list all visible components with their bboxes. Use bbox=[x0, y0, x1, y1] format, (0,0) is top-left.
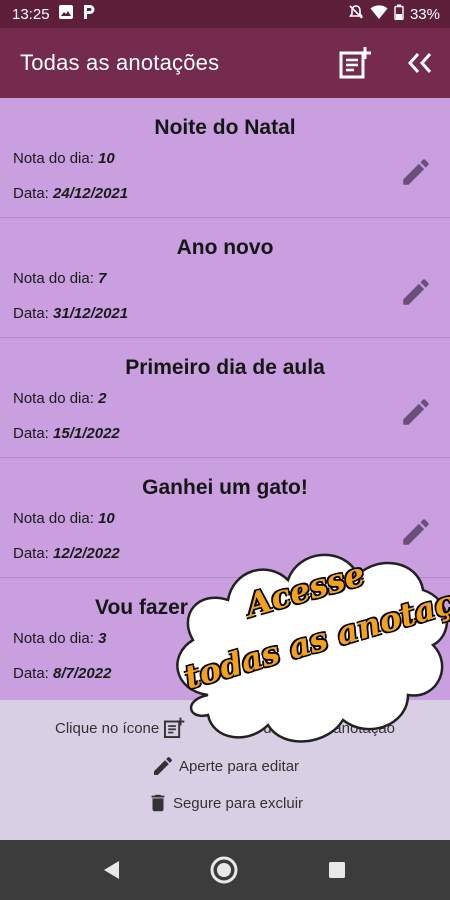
note-date-label: Data: bbox=[13, 305, 49, 322]
note-date-label: Data: bbox=[13, 545, 49, 562]
note-date: 8/7/2022 bbox=[53, 665, 112, 682]
help-add-line: Clique no ícone uma nova anotação bbox=[0, 717, 450, 739]
parking-p-icon bbox=[82, 4, 96, 24]
note-grade: 10 bbox=[98, 510, 115, 527]
note-grade-line: Nota do dia: 7 bbox=[13, 270, 106, 287]
note-date: 15/1/2022 bbox=[53, 425, 120, 442]
note-grade: 3 bbox=[98, 630, 107, 647]
pencil-icon bbox=[403, 159, 429, 185]
list-item[interactable]: Ganhei um gato! Nota do dia: 10 Data: 12… bbox=[0, 458, 450, 578]
note-grade: 7 bbox=[98, 270, 107, 287]
back-button[interactable] bbox=[97, 855, 127, 885]
note-title: Vou fazer bbox=[95, 596, 188, 619]
help-panel: Clique no ícone uma nova anotação Aperte… bbox=[0, 700, 450, 840]
home-button[interactable] bbox=[209, 855, 239, 885]
wifi-icon bbox=[370, 4, 388, 24]
note-grade-line: Nota do dia: 3 bbox=[13, 630, 106, 647]
list-item[interactable]: Primeiro dia de aula Nota do dia: 2 Data… bbox=[0, 338, 450, 458]
note-date: 12/2/2022 bbox=[53, 545, 120, 562]
edit-button[interactable] bbox=[398, 154, 434, 190]
note-grade-label: Nota do dia: bbox=[13, 630, 94, 647]
back-triangle-icon bbox=[104, 861, 119, 879]
bell-off-icon bbox=[348, 4, 364, 24]
note-date-line: Data: 12/2/2022 bbox=[13, 545, 120, 562]
note-grade-line: Nota do dia: 2 bbox=[13, 390, 106, 407]
gallery-icon bbox=[58, 4, 74, 24]
note-grade-line: Nota do dia: 10 bbox=[13, 510, 115, 527]
note-date-line: Data: 31/12/2021 bbox=[13, 305, 128, 322]
note-date-label: Data: bbox=[13, 185, 49, 202]
add-note-icon bbox=[163, 717, 185, 739]
edit-button[interactable] bbox=[398, 274, 434, 310]
note-title: Primeiro dia de aula bbox=[125, 356, 325, 379]
add-note-icon[interactable] bbox=[338, 46, 372, 80]
note-grade-label: Nota do dia: bbox=[13, 510, 94, 527]
help-delete-line: Segure para excluir bbox=[0, 791, 450, 815]
help-edit-line: Aperte para editar bbox=[0, 754, 450, 778]
trash-icon bbox=[147, 791, 169, 815]
pencil-icon bbox=[403, 399, 429, 425]
edit-button[interactable] bbox=[398, 514, 434, 550]
recents-square-icon bbox=[329, 862, 345, 878]
app-bar: Todas as anotações bbox=[0, 28, 450, 98]
list-item[interactable]: Noite do Natal Nota do dia: 10 Data: 24/… bbox=[0, 98, 450, 218]
list-item[interactable]: Ano novo Nota do dia: 7 Data: 31/12/2021 bbox=[0, 218, 450, 338]
help-delete-text: Segure para excluir bbox=[172, 794, 304, 812]
note-title: Ganhei um gato! bbox=[142, 476, 308, 499]
battery-icon bbox=[394, 4, 404, 24]
recents-button[interactable] bbox=[322, 855, 352, 885]
home-circle-icon bbox=[210, 856, 238, 884]
note-grade-label: Nota do dia: bbox=[13, 390, 94, 407]
double-chevron-left-icon[interactable] bbox=[406, 49, 434, 77]
pencil-icon bbox=[151, 754, 175, 778]
navigation-bar bbox=[0, 840, 450, 900]
note-grade-line: Nota do dia: 10 bbox=[13, 150, 115, 167]
pencil-icon bbox=[403, 279, 429, 305]
page-title: Todas as anotações bbox=[20, 50, 220, 75]
note-grade-label: Nota do dia: bbox=[13, 150, 94, 167]
note-grade-label: Nota do dia: bbox=[13, 270, 94, 287]
note-date: 24/12/2021 bbox=[53, 185, 129, 202]
pencil-icon bbox=[403, 519, 429, 545]
note-grade: 2 bbox=[98, 390, 107, 407]
battery-level: 33% bbox=[409, 5, 440, 23]
note-date-label: Data: bbox=[13, 425, 49, 442]
note-grade: 10 bbox=[98, 150, 115, 167]
note-date-line: Data: 24/12/2021 bbox=[13, 185, 128, 202]
help-edit-text: Aperte para editar bbox=[178, 757, 300, 775]
note-date-label: Data: bbox=[13, 665, 49, 682]
note-date: 31/12/2021 bbox=[53, 305, 129, 322]
note-title: Ano novo bbox=[176, 236, 274, 259]
note-title: Noite do Natal bbox=[154, 116, 296, 139]
help-add-text-post: uma nova anotação bbox=[263, 719, 395, 737]
status-bar: 13:25 33% bbox=[0, 0, 450, 28]
help-add-text-pre: Clique no ícone bbox=[54, 719, 160, 737]
status-time: 13:25 bbox=[12, 5, 50, 23]
edit-button[interactable] bbox=[398, 394, 434, 430]
note-date-line: Data: 15/1/2022 bbox=[13, 425, 120, 442]
note-date-line: Data: 8/7/2022 bbox=[13, 665, 111, 682]
